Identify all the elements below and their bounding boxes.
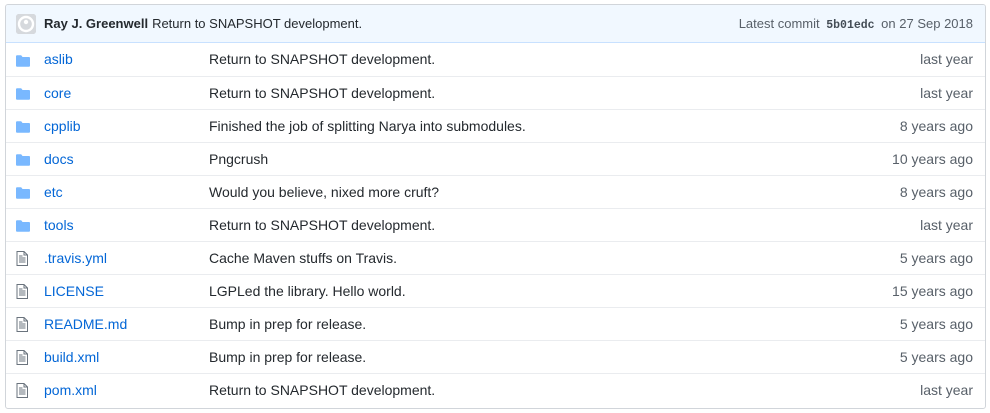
table-row: README.md Bump in prep for release. 5 ye…	[6, 306, 985, 340]
file-commit-message[interactable]: Bump in prep for release.	[209, 349, 366, 365]
file-age: last year	[920, 216, 973, 233]
table-row: build.xml Bump in prep for release. 5 ye…	[6, 339, 985, 373]
commit-sha[interactable]: 5b01edc	[826, 19, 874, 32]
table-row: cpplib Finished the job of splitting Nar…	[6, 108, 985, 142]
folder-icon	[16, 51, 30, 67]
table-row: core Return to SNAPSHOT development. las…	[6, 75, 985, 109]
folder-icon	[16, 217, 30, 233]
commit-date: 27 Sep 2018	[899, 15, 973, 31]
file-icon	[16, 282, 28, 299]
file-commit-message[interactable]: Return to SNAPSHOT development.	[209, 382, 435, 398]
file-name-link-tools[interactable]: tools	[44, 217, 74, 233]
table-row: .travis.yml Cache Maven stuffs on Travis…	[6, 240, 985, 274]
folder-icon	[16, 151, 30, 167]
folder-icon	[16, 118, 30, 134]
table-row: tools Return to SNAPSHOT development. la…	[6, 207, 985, 241]
file-age: last year	[920, 381, 973, 398]
table-row: LICENSE LGPLed the library. Hello world.…	[6, 273, 985, 307]
file-icon	[16, 249, 28, 266]
latest-commit-label: Latest commit	[738, 15, 820, 31]
file-navigation: Ray J. Greenwell Return to SNAPSHOT deve…	[5, 4, 986, 409]
commit-message[interactable]: Return to SNAPSHOT development.	[152, 16, 362, 31]
commit-on-label: on	[881, 15, 896, 31]
file-name-link-docs[interactable]: docs	[44, 151, 74, 167]
file-table: aslib Return to SNAPSHOT development. la…	[6, 43, 985, 406]
table-row: etc Would you believe, nixed more cruft?…	[6, 174, 985, 208]
file-name-link-build-xml[interactable]: build.xml	[44, 349, 99, 365]
commit-author[interactable]: Ray J. Greenwell	[44, 16, 148, 31]
table-row: docs Pngcrush 10 years ago	[6, 141, 985, 175]
file-age: 8 years ago	[899, 183, 973, 200]
file-age: 8 years ago	[899, 117, 973, 134]
file-age: 10 years ago	[892, 150, 973, 167]
file-age: 15 years ago	[892, 282, 973, 299]
file-commit-message[interactable]: Pngcrush	[209, 151, 268, 167]
file-age: 5 years ago	[899, 315, 973, 332]
file-commit-message[interactable]: Cache Maven stuffs on Travis.	[209, 250, 397, 266]
table-row: aslib Return to SNAPSHOT development. la…	[6, 43, 985, 76]
author-avatar[interactable]	[16, 13, 36, 34]
file-age: last year	[920, 51, 973, 68]
file-name-link-core[interactable]: core	[44, 85, 71, 101]
table-row: pom.xml Return to SNAPSHOT development. …	[6, 372, 985, 406]
file-name-link-travis-yml[interactable]: .travis.yml	[44, 250, 107, 266]
folder-icon	[16, 184, 30, 200]
file-commit-message[interactable]: LGPLed the library. Hello world.	[209, 283, 406, 299]
file-age: 5 years ago	[899, 249, 973, 266]
folder-icon	[16, 85, 30, 101]
file-commit-message[interactable]: Bump in prep for release.	[209, 316, 366, 332]
file-name-link-readme-md[interactable]: README.md	[44, 316, 127, 332]
file-name-link-license[interactable]: LICENSE	[44, 283, 104, 299]
file-name-link-etc[interactable]: etc	[44, 184, 63, 200]
file-age: 5 years ago	[899, 348, 973, 365]
file-name-link-cpplib[interactable]: cpplib	[44, 118, 81, 134]
file-age: last year	[920, 84, 973, 101]
file-commit-message[interactable]: Return to SNAPSHOT development.	[209, 51, 435, 67]
file-commit-message[interactable]: Return to SNAPSHOT development.	[209, 85, 435, 101]
file-commit-message[interactable]: Finished the job of splitting Narya into…	[209, 118, 526, 134]
file-icon	[16, 381, 28, 399]
file-commit-message[interactable]: Would you believe, nixed more cruft?	[209, 184, 439, 200]
commit-meta: Latest commit 5b01edc on 27 Sep 2018	[739, 16, 973, 32]
file-icon	[16, 315, 28, 332]
file-name-link-pom-xml[interactable]: pom.xml	[44, 382, 97, 398]
file-commit-message[interactable]: Return to SNAPSHOT development.	[209, 217, 435, 233]
latest-commit-bar: Ray J. Greenwell Return to SNAPSHOT deve…	[6, 5, 985, 43]
file-name-link-aslib[interactable]: aslib	[44, 51, 73, 67]
file-icon	[16, 348, 28, 365]
